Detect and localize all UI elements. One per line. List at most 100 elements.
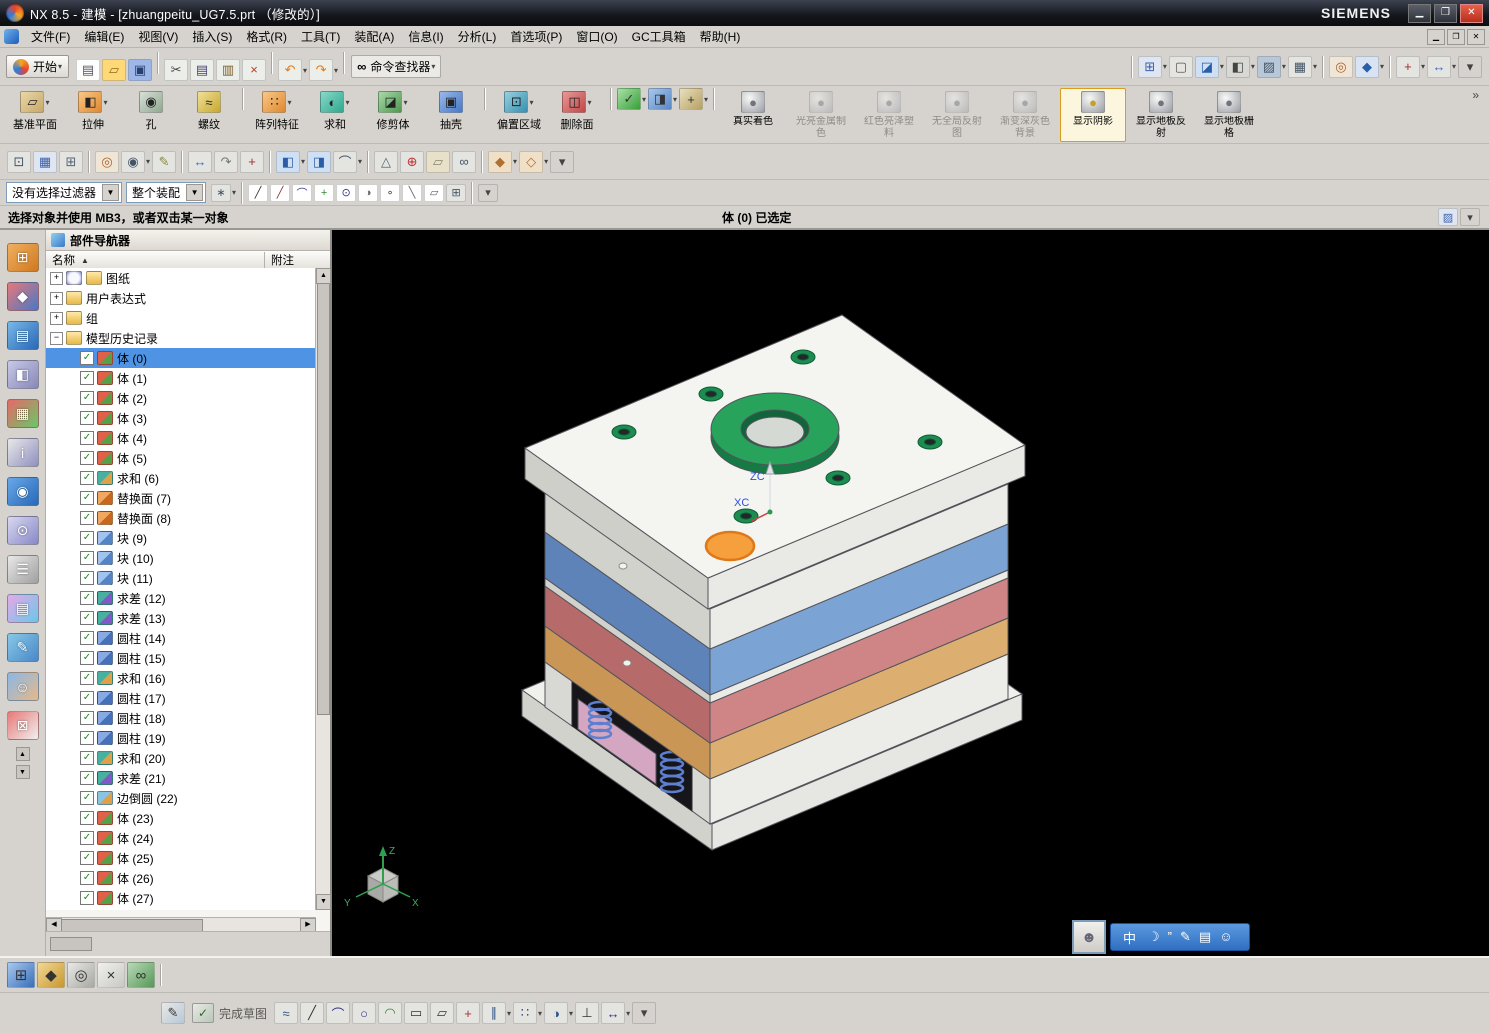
selection-options-icon[interactable]: ▾	[478, 183, 499, 202]
checkbox-checked-icon[interactable]: ✓	[80, 811, 94, 825]
thread-button[interactable]: ≈ 螺纹	[181, 88, 237, 135]
snap-point-toggle-icon[interactable]: ∗	[211, 183, 232, 202]
toolbar-overflow-icon[interactable]: »	[1468, 88, 1483, 102]
prompt-expand-icon[interactable]: ▾	[1460, 208, 1480, 226]
snap-end-point-icon[interactable]: ╱	[248, 183, 269, 202]
sync-views-icon[interactable]: ↷	[214, 150, 239, 173]
floor-reflection-button[interactable]: ● 显示地板反射	[1128, 88, 1194, 142]
dropdown-arrow-icon[interactable]: ▾	[1220, 62, 1224, 71]
menu-item[interactable]: 编辑(E)	[77, 26, 131, 47]
mirror-curve-icon[interactable]: ◑	[544, 1002, 569, 1024]
doc-minimize-button[interactable]: ▁	[1427, 28, 1445, 45]
tree-item-row[interactable]: ✓ 体 (27)	[46, 888, 316, 908]
screens-icon[interactable]: ⊞	[1137, 55, 1162, 78]
tree-item-row[interactable]: ✓ 圆柱 (19)	[46, 728, 316, 748]
snap-quadrant-icon[interactable]: ◑	[358, 183, 379, 202]
tree-expander-icon[interactable]: +	[50, 271, 63, 285]
checkbox-checked-icon[interactable]: ✓	[80, 591, 94, 605]
open-icon[interactable]: ▱	[102, 59, 127, 81]
dropdown-arrow-icon[interactable]: ▾	[287, 98, 291, 107]
snap-point-on-face-icon[interactable]: ▱	[424, 183, 445, 202]
checkbox-checked-icon[interactable]: ✓	[80, 391, 94, 405]
dropdown-arrow-icon[interactable]: ▾	[1452, 62, 1456, 71]
new-file-icon[interactable]: ▤	[76, 59, 101, 81]
vertical-scroll-thumb[interactable]	[317, 283, 330, 715]
checkbox-checked-icon[interactable]: ✓	[80, 691, 94, 705]
command-finder-button[interactable]: ∞ 命令查找器 ▾	[351, 55, 442, 78]
rectangle-icon[interactable]: ▭	[404, 1002, 429, 1024]
snap-arc-center-icon[interactable]: ⊙	[336, 183, 357, 202]
part-navigator-icon[interactable]: ▤	[6, 321, 39, 350]
doc-close-button[interactable]: ✕	[1467, 28, 1485, 45]
checkbox-checked-icon[interactable]: ✓	[80, 851, 94, 865]
datum-csys-icon[interactable]: +	[679, 88, 704, 110]
model-views-icon[interactable]: ◪	[1194, 55, 1219, 78]
snap-existing-point-icon[interactable]: ∘	[380, 183, 401, 202]
cut-icon[interactable]: ✂	[164, 59, 189, 81]
history-palette-icon[interactable]: ⊙	[6, 516, 39, 545]
tree-item-row[interactable]: ✓ 圆柱 (18)	[46, 708, 316, 728]
constraints-icon[interactable]: ⊥	[575, 1002, 600, 1024]
dropdown-arrow-icon[interactable]: ▾	[334, 66, 338, 75]
show-hide-toggle-icon[interactable]: ◉	[121, 150, 145, 173]
tree-expander-icon[interactable]: −	[50, 331, 63, 345]
arc-icon[interactable]: ⌒	[326, 1002, 351, 1024]
dropdown-arrow-icon[interactable]: ▾	[358, 157, 362, 166]
layer-settings-icon[interactable]: ▦	[33, 150, 57, 173]
checkbox-checked-icon[interactable]: ✓	[80, 791, 94, 805]
profile-icon[interactable]: ≈	[274, 1002, 299, 1024]
scope-dropdown-icon[interactable]: ▼	[186, 184, 204, 201]
snap-intersection-icon[interactable]: +	[314, 183, 335, 202]
gradient-gray-background-button[interactable]: ● 渐变深灰色背景	[992, 88, 1058, 142]
menu-item[interactable]: 文件(F)	[24, 26, 77, 47]
display-mode-icon[interactable]: ▢	[1168, 55, 1193, 78]
ime-avatar-icon[interactable]: ☻	[1072, 920, 1106, 954]
assembly-tools-icon[interactable]: ◇	[519, 150, 544, 173]
dropdown-arrow-icon[interactable]: ▾	[569, 1009, 573, 1018]
show-shadow-button[interactable]: ● 显示阴影	[1060, 88, 1127, 142]
command-finder-dropdown-icon[interactable]: ▾	[431, 62, 435, 71]
datum-plane-button[interactable]: ▱ ▾ 基准平面	[7, 88, 63, 135]
checkbox-checked-icon[interactable]: ✓	[80, 651, 94, 665]
checkbox-checked-icon[interactable]: ✓	[80, 351, 94, 365]
floor-grid-button[interactable]: ● 显示地板栅格	[1196, 88, 1262, 142]
distance-icon[interactable]: ↔	[1426, 55, 1451, 78]
transform-icon[interactable]: ◆	[488, 150, 513, 173]
dropdown-arrow-icon[interactable]: ▾	[1163, 62, 1167, 71]
zoom-window-icon[interactable]: ◎	[67, 962, 95, 988]
menu-item[interactable]: 装配(A)	[347, 26, 401, 47]
snap-control-point-icon[interactable]: ⌒	[292, 183, 313, 202]
dropdown-arrow-icon[interactable]: ▾	[673, 95, 677, 104]
dimensions-icon[interactable]: ↔	[601, 1002, 626, 1024]
column-note[interactable]: 附注	[265, 252, 294, 268]
navigator-vertical-scrollbar[interactable]: ▲ ▼	[315, 268, 331, 910]
background-icon[interactable]: ▨	[1256, 55, 1281, 78]
dropdown-arrow-icon[interactable]: ▾	[103, 98, 107, 107]
dropdown-arrow-icon[interactable]: ▾	[538, 1009, 542, 1018]
new-window-icon[interactable]: ⊞	[7, 962, 35, 988]
ime-tool-icon-4[interactable]: ☺	[1219, 929, 1232, 945]
offset-curve-icon[interactable]: ∥	[482, 1002, 507, 1024]
redo-icon[interactable]: ↷	[309, 59, 334, 81]
dropdown-arrow-icon[interactable]: ▾	[403, 98, 407, 107]
dropdown-arrow-icon[interactable]: ▾	[626, 1009, 630, 1018]
assembly-navigator-icon[interactable]: ⊞	[6, 243, 39, 272]
deselect-all-icon[interactable]: ×	[97, 962, 125, 988]
show-hide-icon[interactable]: ◎	[1328, 55, 1353, 78]
dropdown-arrow-icon[interactable]: ▾	[507, 1009, 511, 1018]
trim-body-button[interactable]: ◪ ▾ 修剪体	[365, 88, 421, 135]
tree-item-row[interactable]: ✓ 求差 (12)	[46, 588, 316, 608]
view-toolbar-options-icon[interactable]: ▾	[550, 150, 575, 173]
cascade-windows-icon[interactable]: ◆	[37, 962, 65, 988]
menu-item[interactable]: 帮助(H)	[693, 26, 748, 47]
roles-icon[interactable]: ☺	[6, 672, 39, 701]
tree-item-row[interactable]: ✓ 求和 (16)	[46, 668, 316, 688]
line-icon[interactable]: ╱	[300, 1002, 325, 1024]
checkbox-checked-icon[interactable]: ✓	[80, 451, 94, 465]
checkbox-checked-icon[interactable]: ✓	[80, 531, 94, 545]
tree-item-row[interactable]: ✓ 体 (2)	[46, 388, 316, 408]
checkbox-checked-icon[interactable]: ✓	[80, 831, 94, 845]
checkbox-checked-icon[interactable]: ✓	[80, 551, 94, 565]
tree-expander-icon[interactable]: +	[50, 311, 63, 325]
snap-mid-point-icon[interactable]: ╱	[270, 183, 291, 202]
